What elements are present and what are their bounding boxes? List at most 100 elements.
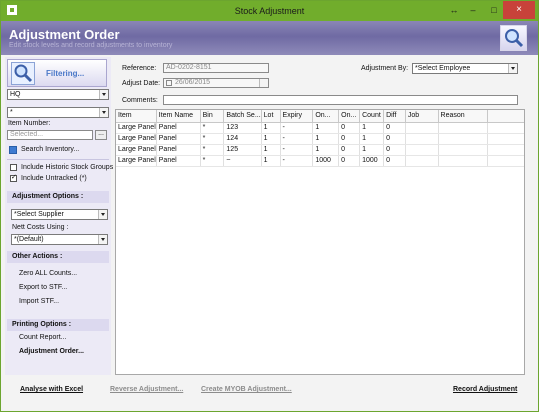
filtering-button[interactable]: Filtering... <box>7 59 107 87</box>
table-cell[interactable]: - <box>280 133 314 145</box>
record-adjustment-button[interactable]: Record Adjustment <box>453 386 517 393</box>
maximize-button[interactable]: □ <box>487 4 501 16</box>
table-cell[interactable]: Large Panel <box>116 144 157 156</box>
column-header[interactable]: On... <box>338 110 361 123</box>
table-cell[interactable] <box>438 144 489 156</box>
column-header[interactable]: Expiry <box>280 110 314 123</box>
table-cell[interactable]: 123 <box>223 122 262 134</box>
table-cell[interactable]: 0 <box>383 133 406 145</box>
filter-combo[interactable]: * <box>7 107 109 118</box>
date-enable-checkbox[interactable] <box>166 80 172 86</box>
table-cell[interactable]: - <box>280 144 314 156</box>
supplier-combo[interactable]: *Select Supplier <box>11 209 108 220</box>
column-header[interactable]: Item Name <box>156 110 201 123</box>
column-header[interactable]: Diff <box>383 110 406 123</box>
create-myob-adjustment-button[interactable]: Create MYOB Adjustment... <box>201 386 292 393</box>
browse-button[interactable]: ... <box>95 130 107 140</box>
table-cell[interactable]: 0 <box>383 144 406 156</box>
table-cell[interactable]: Large Panel <box>116 133 157 145</box>
table-cell[interactable]: 1 <box>312 144 340 156</box>
table-cell[interactable]: 1 <box>261 122 281 134</box>
table-cell[interactable]: 1 <box>359 133 385 145</box>
table-cell[interactable]: * <box>200 122 225 134</box>
table-cell[interactable]: 1 <box>261 144 281 156</box>
zero-all-counts-action[interactable]: Zero ALL Counts... <box>19 270 77 277</box>
table-cell[interactable] <box>438 155 489 167</box>
resize-icon[interactable]: ↔ <box>447 4 461 16</box>
table-cell[interactable]: 125 <box>223 144 262 156</box>
chevron-down-icon[interactable] <box>98 235 107 244</box>
nett-costs-combo[interactable]: *(Default) <box>11 234 108 245</box>
table-cell[interactable]: Panel <box>156 122 201 134</box>
table-cell[interactable]: * <box>200 155 225 167</box>
table-cell[interactable]: * <box>200 144 225 156</box>
column-header[interactable]: On... <box>312 110 340 123</box>
adjust-date-field[interactable]: 26/06/2015 <box>163 78 269 88</box>
column-header[interactable]: Lot <box>261 110 281 123</box>
export-stf-action[interactable]: Export to STF... <box>19 284 67 291</box>
reverse-adjustment-button[interactable]: Reverse Adjustment... <box>110 386 183 393</box>
column-header[interactable]: Count <box>359 110 385 123</box>
table-cell[interactable]: 0 <box>338 133 361 145</box>
table-cell[interactable]: 0 <box>338 122 361 134</box>
include-untracked-label: Include Untracked (*) <box>21 175 87 182</box>
table-row[interactable]: Large Panel Panel * 123 1-1 0 1 0 <box>116 122 524 134</box>
table-cell[interactable]: Panel <box>156 155 201 167</box>
reference-field[interactable]: AD-0202-8151 <box>163 63 269 73</box>
table-cell[interactable]: Large Panel <box>116 122 157 134</box>
table-cell[interactable]: 0 <box>338 144 361 156</box>
comments-field[interactable] <box>163 95 518 105</box>
table-cell[interactable] <box>405 144 439 156</box>
column-header[interactable]: Job <box>405 110 439 123</box>
include-historic-checkbox[interactable] <box>10 164 17 171</box>
table-cell[interactable]: 0 <box>338 155 361 167</box>
table-cell[interactable]: 1 <box>312 133 340 145</box>
table-cell[interactable]: 1 <box>359 122 385 134</box>
adjustment-order-action[interactable]: Adjustment Order... <box>19 348 84 355</box>
include-untracked-checkbox[interactable] <box>10 173 17 182</box>
item-number-input[interactable]: Selected... <box>7 130 93 140</box>
adjustment-grid[interactable]: Item Item Name Bin Batch Se... Lot Expiry On..… <box>115 109 525 375</box>
chevron-down-icon[interactable] <box>98 210 107 219</box>
table-cell[interactable]: 1000 <box>312 155 340 167</box>
chevron-down-icon[interactable] <box>99 90 108 99</box>
table-cell[interactable]: ~ <box>223 155 262 167</box>
analyse-excel-button[interactable]: Analyse with Excel <box>20 386 83 393</box>
table-cell[interactable]: 1 <box>359 144 385 156</box>
import-stf-action[interactable]: Import STF... <box>19 298 59 305</box>
table-cell[interactable]: 1000 <box>359 155 385 167</box>
table-cell[interactable]: 1 <box>261 155 281 167</box>
column-header[interactable]: Item <box>116 110 157 123</box>
table-row[interactable]: Large Panel Panel * 125 1-1 0 1 0 <box>116 144 524 156</box>
close-button[interactable]: × <box>503 1 535 19</box>
adjustment-by-combo[interactable]: *Select Employee <box>412 63 518 74</box>
chevron-down-icon[interactable] <box>259 79 268 87</box>
table-cell[interactable]: Panel <box>156 133 201 145</box>
table-cell[interactable]: 1 <box>261 133 281 145</box>
column-header[interactable]: Bin <box>200 110 225 123</box>
table-cell[interactable]: Large Panel <box>116 155 157 167</box>
column-header[interactable]: Batch Se... <box>223 110 262 123</box>
minimize-button[interactable]: – <box>466 4 480 16</box>
table-cell[interactable]: 1 <box>312 122 340 134</box>
table-cell[interactable]: 0 <box>383 155 406 167</box>
table-cell[interactable] <box>405 133 439 145</box>
table-cell[interactable]: 0 <box>383 122 406 134</box>
chevron-down-icon[interactable] <box>99 108 108 117</box>
table-cell[interactable]: - <box>280 155 314 167</box>
table-cell-filler <box>487 155 524 167</box>
column-header[interactable]: Reason <box>438 110 489 123</box>
table-cell[interactable]: * <box>200 133 225 145</box>
table-cell[interactable]: - <box>280 122 314 134</box>
table-cell[interactable] <box>405 122 439 134</box>
table-cell[interactable] <box>438 133 489 145</box>
table-row[interactable]: Large Panel Panel * 124 1-1 0 1 0 <box>116 133 524 145</box>
table-row[interactable]: Large Panel Panel * ~1-1000 0 1000 0 <box>116 155 524 167</box>
table-cell[interactable]: Panel <box>156 144 201 156</box>
count-report-action[interactable]: Count Report... <box>19 334 66 341</box>
table-cell[interactable] <box>438 122 489 134</box>
chevron-down-icon[interactable] <box>508 64 517 73</box>
table-cell[interactable] <box>405 155 439 167</box>
location-combo[interactable]: HQ <box>7 89 109 100</box>
table-cell[interactable]: 124 <box>223 133 262 145</box>
